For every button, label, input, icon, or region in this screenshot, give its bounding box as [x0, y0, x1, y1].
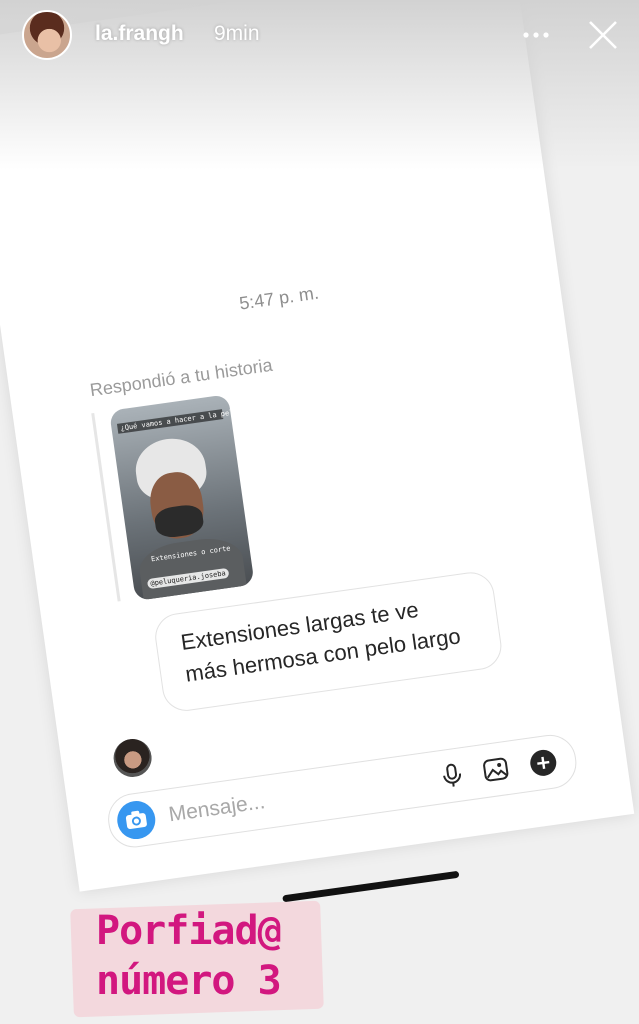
plus-icon[interactable]	[527, 747, 559, 779]
caption-line-1: Porfiad@	[96, 908, 282, 954]
replied-to-story-label: Respondió a tu historia	[88, 354, 274, 401]
message-composer[interactable]: Mensaje...	[104, 731, 580, 851]
story-caption-sticker: Porfiad@ número 3	[96, 906, 326, 1006]
caption-line-2: número 3	[96, 958, 282, 1004]
story-thumbnail[interactable]: ¿Qué vamos a hacer a la peluquería? Exte…	[109, 394, 255, 601]
sender-avatar[interactable]	[111, 736, 155, 780]
story-time-ago: 9min	[214, 22, 260, 45]
story-author-avatar[interactable]	[22, 10, 72, 60]
more-options-icon[interactable]	[520, 26, 552, 44]
message-input[interactable]: Mensaje...	[167, 790, 266, 827]
close-icon[interactable]	[586, 18, 620, 52]
camera-icon[interactable]	[114, 798, 158, 842]
home-indicator-bar	[282, 870, 460, 903]
message-timestamp: 5:47 p. m.	[237, 282, 321, 314]
gallery-icon[interactable]	[480, 754, 512, 786]
thumbnail-question-text: ¿Qué vamos a hacer a la peluquería?	[116, 404, 255, 434]
story-username[interactable]: la.frangh	[95, 22, 184, 46]
microphone-icon[interactable]	[436, 760, 468, 792]
